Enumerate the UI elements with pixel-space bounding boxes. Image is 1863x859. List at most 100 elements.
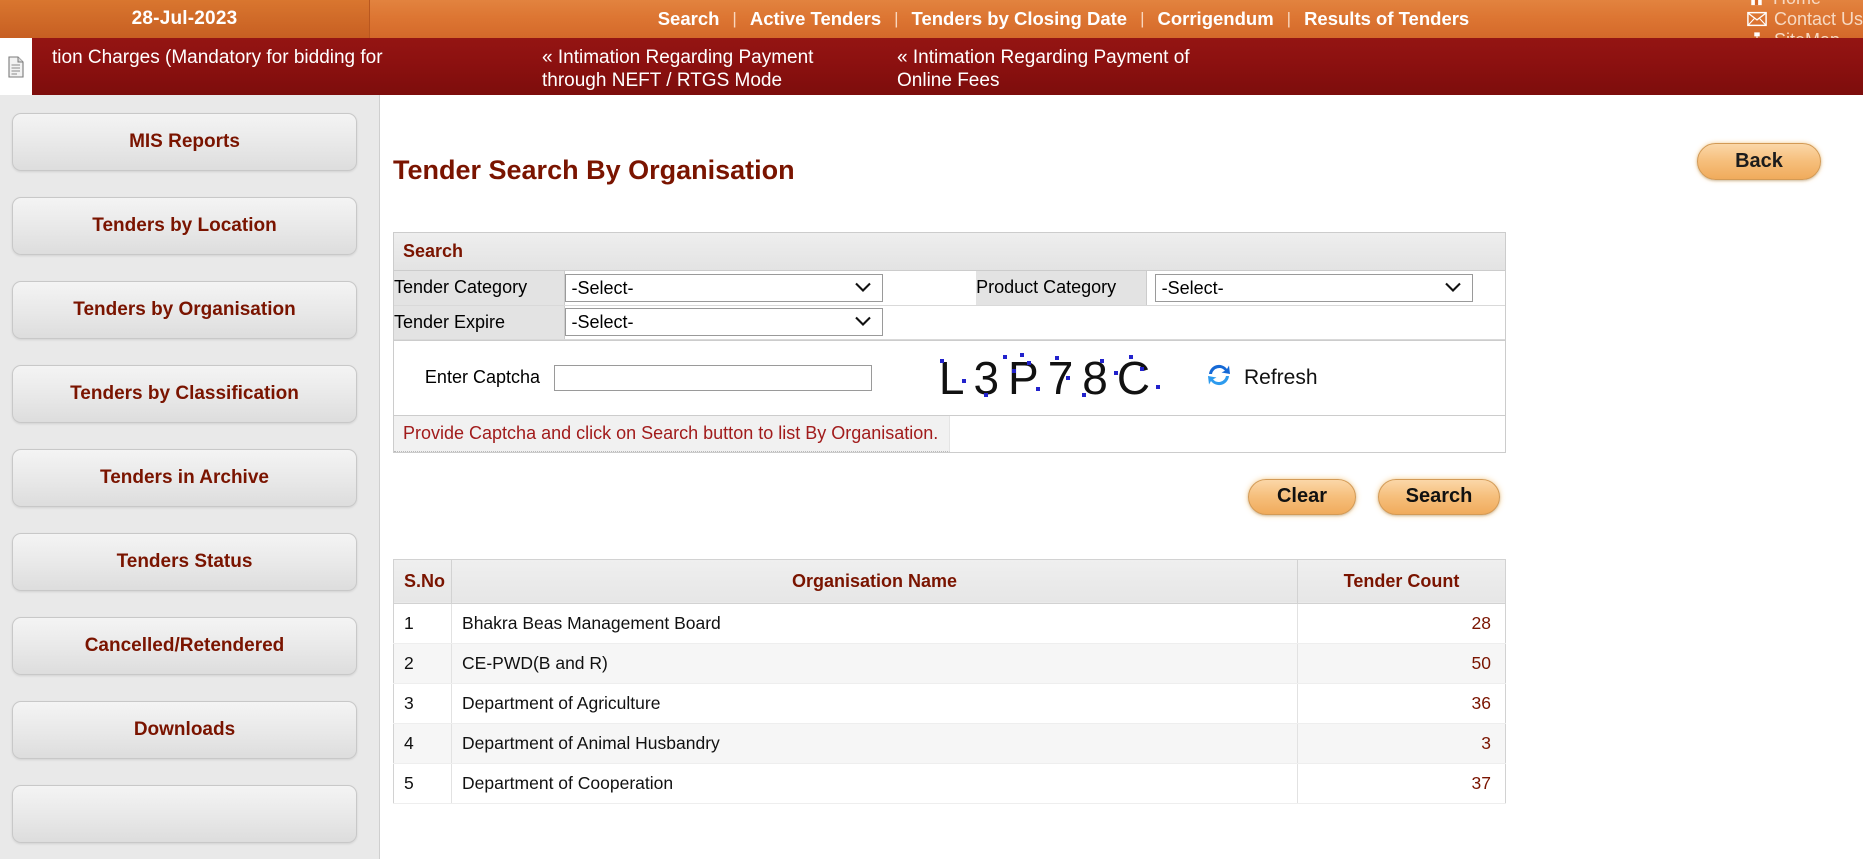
back-button-label: Back [1735,150,1783,173]
cell-organisation-name: Department of Animal Husbandry [452,723,1298,763]
nav-link-active-tenders[interactable]: Active Tenders [737,8,894,30]
page-header: Tender Search By Organisation Back [387,131,1823,186]
mail-icon [1747,11,1767,27]
sidebar-item-tenders-by-organisation[interactable]: Tenders by Organisation [12,281,357,339]
sidebar-item-downloads[interactable]: Downloads [12,701,357,759]
product-category-label: Product Category [976,271,1146,305]
page-root: 28-Jul-2023 Search | Active Tenders | Te… [0,0,1863,859]
sidebar-item-tenders-status[interactable]: Tenders Status [12,533,357,591]
clear-button-label: Clear [1277,485,1327,508]
search-form-table: Tender Category -Select- Product Categ [394,271,1505,340]
captcha-refresh-button[interactable]: Refresh [1204,361,1318,394]
nav-separator: | [1287,9,1291,29]
home-icon [1747,0,1766,8]
tender-expire-field: -Select- [564,305,914,339]
search-button-label: Search [1406,485,1473,508]
tender-expire-label: Tender Expire [394,305,564,339]
column-header-organisation-name: Organisation Name [452,559,1298,603]
sidebar-item-tenders-in-archive[interactable]: Tenders in Archive [12,449,357,507]
home-link[interactable]: Home [1747,0,1863,9]
tender-category-field: -Select- [564,271,914,305]
form-action-row: Clear Search [387,479,1500,515]
cell-tender-count[interactable]: 36 [1298,683,1506,723]
captcha-text: L3P78C [939,351,1159,405]
nav-separator: | [894,9,898,29]
cell-tender-count[interactable]: 50 [1298,643,1506,683]
cell-organisation-name: Bhakra Beas Management Board [452,603,1298,643]
column-header-tender-count: Tender Count [1298,559,1506,603]
sidebar-item-partial[interactable] [12,785,357,843]
table-header-row: S.No Organisation Name Tender Count [394,559,1506,603]
captcha-image: L3P78C [924,349,1174,407]
product-category-select[interactable]: -Select- [1155,274,1473,302]
cell-sno: 3 [394,683,452,723]
search-button[interactable]: Search [1378,479,1500,515]
sidebar-item-label: Tenders by Organisation [73,299,295,321]
notice-item[interactable]: « Intimation Regarding Payment through N… [542,46,842,92]
cell-organisation-name: Department of Cooperation [452,763,1298,803]
back-button[interactable]: Back [1697,143,1821,180]
cell-tender-count[interactable]: 28 [1298,603,1506,643]
refresh-icon [1204,361,1234,394]
captcha-row: Enter Captcha [394,340,1505,415]
table-row: 4 Department of Animal Husbandry 3 [394,723,1506,763]
sidebar-item-mis-reports[interactable]: MIS Reports [12,113,357,171]
captcha-label: Enter Captcha [394,367,554,388]
home-label: Home [1773,0,1821,9]
tender-expire-select[interactable]: -Select- [565,308,883,336]
search-panel: Search Tender Category -Select- [393,232,1506,453]
form-empty-cell [1146,305,1505,339]
search-panel-header: Search [394,233,1505,271]
form-spacer [914,271,976,305]
column-header-sno: S.No [394,559,452,603]
nav-separator: | [1140,9,1144,29]
nav-link-corrigendum[interactable]: Corrigendum [1145,8,1287,30]
notice-track: tion Charges (Mandatory for bidding for … [32,38,1863,95]
document-icon [0,38,32,95]
table-row: 5 Department of Cooperation 37 [394,763,1506,803]
left-sidebar: MIS Reports Tenders by Location Tenders … [0,95,380,859]
tender-category-label: Tender Category [394,271,564,305]
captcha-hint-message: Provide Captcha and click on Search butt… [394,416,950,452]
clear-button[interactable]: Clear [1248,479,1356,515]
captcha-hint-row: Provide Captcha and click on Search butt… [394,415,1505,452]
sidebar-item-label: Tenders in Archive [100,467,269,489]
cell-sno: 4 [394,723,452,763]
sidebar-item-cancelled-retendered[interactable]: Cancelled/Retendered [12,617,357,675]
nav-link-search[interactable]: Search [645,8,733,30]
hint-filler [950,416,1505,452]
sidebar-item-label: MIS Reports [129,131,240,153]
cell-tender-count[interactable]: 3 [1298,723,1506,763]
contact-us-link[interactable]: Contact Us [1747,9,1863,30]
main-content: Tender Search By Organisation Back Searc… [381,95,1863,859]
cell-sno: 1 [394,603,452,643]
form-row-tender-expire: Tender Expire -Select- [394,305,1505,339]
cell-sno: 5 [394,763,452,803]
notice-item[interactable]: tion Charges (Mandatory for bidding for [52,46,482,69]
page-title: Tender Search By Organisation [393,155,795,186]
cell-organisation-name: CE-PWD(B and R) [452,643,1298,683]
notice-item[interactable]: « Intimation Regarding Payment of Online… [897,46,1237,92]
product-category-field: -Select- [1146,271,1505,305]
form-row-tender-category: Tender Category -Select- Product Categ [394,271,1505,305]
sidebar-item-label: Tenders Status [117,551,253,573]
cell-organisation-name: Department of Agriculture [452,683,1298,723]
captcha-input[interactable] [554,365,872,391]
table-row: 3 Department of Agriculture 36 [394,683,1506,723]
sidebar-item-label: Tenders by Classification [70,383,299,405]
cell-tender-count[interactable]: 37 [1298,763,1506,803]
cell-sno: 2 [394,643,452,683]
table-row: 2 CE-PWD(B and R) 50 [394,643,1506,683]
sidebar-item-tenders-by-classification[interactable]: Tenders by Classification [12,365,357,423]
tender-category-select[interactable]: -Select- [565,274,883,302]
table-row: 1 Bhakra Beas Management Board 28 [394,603,1506,643]
form-empty-cell [976,305,1146,339]
nav-link-tenders-by-closing-date[interactable]: Tenders by Closing Date [899,8,1141,30]
refresh-label: Refresh [1244,366,1318,390]
sidebar-item-tenders-by-location[interactable]: Tenders by Location [12,197,357,255]
top-bar: 28-Jul-2023 Search | Active Tenders | Te… [0,0,1863,38]
nav-link-results-of-tenders[interactable]: Results of Tenders [1291,8,1482,30]
nav-separator: | [732,9,736,29]
sidebar-item-label: Downloads [134,719,235,741]
contact-us-label: Contact Us [1774,9,1863,30]
